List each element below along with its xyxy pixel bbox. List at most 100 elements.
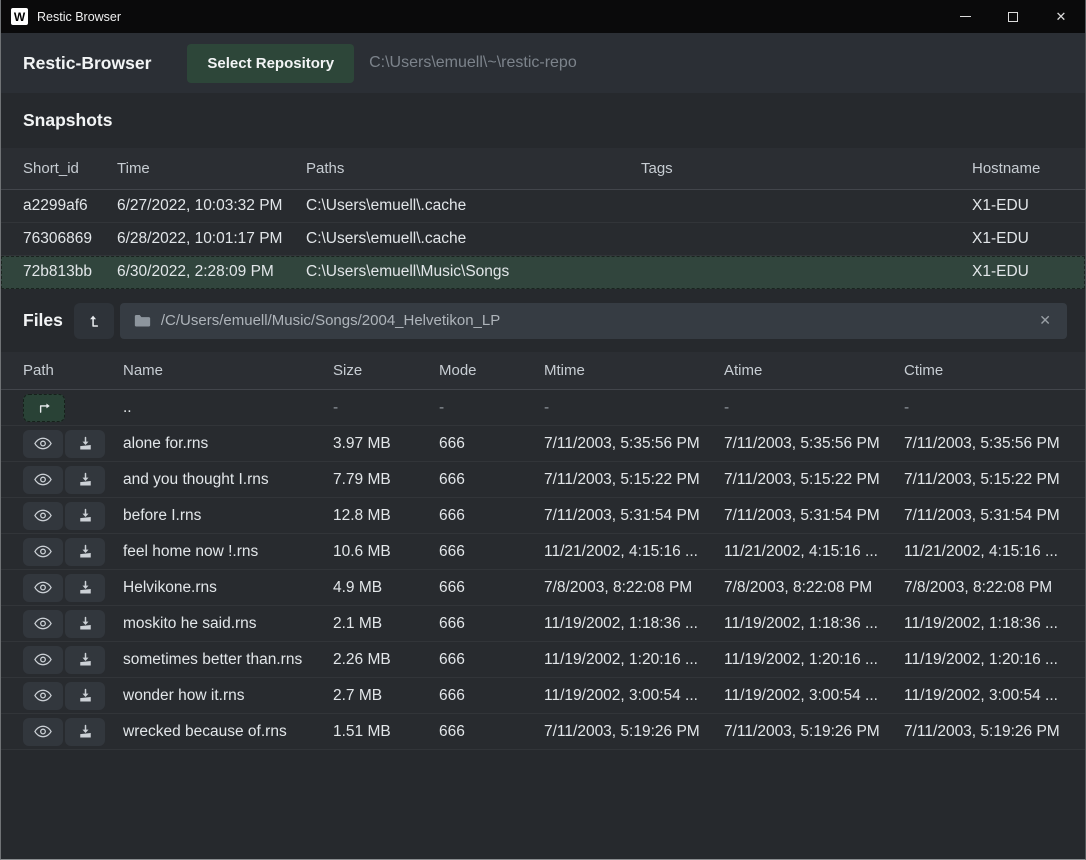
snapshot-row[interactable]: 76306869 6/28/2022, 10:01:17 PM C:\Users… bbox=[1, 223, 1085, 256]
select-repository-button[interactable]: Select Repository bbox=[187, 44, 354, 83]
file-atime: - bbox=[724, 399, 904, 417]
maximize-button[interactable] bbox=[989, 0, 1037, 33]
file-atime: 11/19/2002, 3:00:54 ... bbox=[724, 687, 904, 705]
titlebar: W Restic Browser ✕ bbox=[1, 0, 1085, 33]
minimize-button[interactable] bbox=[941, 0, 989, 33]
column-header-path: Path bbox=[23, 362, 123, 379]
file-mode: 666 bbox=[439, 543, 544, 561]
eye-icon bbox=[34, 689, 52, 702]
snapshot-paths: C:\Users\emuell\.cache bbox=[306, 197, 641, 215]
preview-file-button[interactable] bbox=[23, 502, 63, 530]
file-row: feel home now !.rns 10.6 MB 666 11/21/20… bbox=[1, 534, 1085, 570]
column-header-time: Time bbox=[117, 160, 306, 177]
file-name: moskito he said.rns bbox=[123, 615, 333, 633]
download-file-button[interactable] bbox=[65, 646, 105, 674]
preview-file-button[interactable] bbox=[23, 610, 63, 638]
clear-path-button[interactable]: ✕ bbox=[1037, 312, 1053, 329]
snapshot-short-id: 72b813bb bbox=[23, 263, 117, 281]
file-row: wonder how it.rns 2.7 MB 666 11/19/2002,… bbox=[1, 678, 1085, 714]
download-file-button[interactable] bbox=[65, 718, 105, 746]
download-icon bbox=[78, 508, 93, 523]
preview-file-button[interactable] bbox=[23, 574, 63, 602]
file-name: wonder how it.rns bbox=[123, 687, 333, 705]
restic-browser-window: { "window": { "title": "Restic Browser",… bbox=[0, 0, 1086, 860]
snapshot-time: 6/30/2022, 2:28:09 PM bbox=[117, 263, 306, 281]
file-mode: 666 bbox=[439, 615, 544, 633]
file-ctime: 7/11/2003, 5:19:26 PM bbox=[904, 723, 1063, 741]
file-mtime: 11/21/2002, 4:15:16 ... bbox=[544, 543, 724, 561]
download-icon bbox=[78, 724, 93, 739]
preview-file-button[interactable] bbox=[23, 430, 63, 458]
file-atime: 7/11/2003, 5:35:56 PM bbox=[724, 435, 904, 453]
level-up-button[interactable] bbox=[74, 303, 114, 339]
file-atime: 11/19/2002, 1:20:16 ... bbox=[724, 651, 904, 669]
file-mtime: 11/19/2002, 1:20:16 ... bbox=[544, 651, 724, 669]
column-header-mode: Mode bbox=[439, 362, 544, 379]
file-ctime: 11/19/2002, 1:20:16 ... bbox=[904, 651, 1063, 669]
file-ctime: 7/8/2003, 8:22:08 PM bbox=[904, 579, 1063, 597]
file-mode: 666 bbox=[439, 435, 544, 453]
column-header-short_id: Short_id bbox=[23, 160, 117, 177]
file-ctime: 11/19/2002, 3:00:54 ... bbox=[904, 687, 1063, 705]
file-row: Helvikone.rns 4.9 MB 666 7/8/2003, 8:22:… bbox=[1, 570, 1085, 606]
snapshot-short-id: 76306869 bbox=[23, 230, 117, 248]
file-atime: 7/11/2003, 5:19:26 PM bbox=[724, 723, 904, 741]
snapshot-row[interactable]: a2299af6 6/27/2022, 10:03:32 PM C:\Users… bbox=[1, 190, 1085, 223]
file-ctime: 11/21/2002, 4:15:16 ... bbox=[904, 543, 1063, 561]
download-file-button[interactable] bbox=[65, 610, 105, 638]
column-header-tags: Tags bbox=[641, 160, 972, 177]
close-button[interactable]: ✕ bbox=[1037, 0, 1085, 33]
file-size: 7.79 MB bbox=[333, 471, 439, 489]
file-mode: 666 bbox=[439, 687, 544, 705]
snapshot-hostname: X1-EDU bbox=[972, 263, 1063, 281]
column-header-size: Size bbox=[333, 362, 439, 379]
download-file-button[interactable] bbox=[65, 502, 105, 530]
file-mtime: 7/11/2003, 5:15:22 PM bbox=[544, 471, 724, 489]
column-header-paths: Paths bbox=[306, 160, 641, 177]
window-controls: ✕ bbox=[941, 0, 1085, 33]
file-size: - bbox=[333, 399, 439, 417]
download-file-button[interactable] bbox=[65, 538, 105, 566]
snapshot-paths: C:\Users\emuell\Music\Songs bbox=[306, 263, 641, 281]
file-row: alone for.rns 3.97 MB 666 7/11/2003, 5:3… bbox=[1, 426, 1085, 462]
preview-file-button[interactable] bbox=[23, 538, 63, 566]
file-atime: 7/11/2003, 5:31:54 PM bbox=[724, 507, 904, 525]
file-mtime: 11/19/2002, 1:18:36 ... bbox=[544, 615, 724, 633]
file-ctime: - bbox=[904, 399, 1063, 417]
preview-file-button[interactable] bbox=[23, 682, 63, 710]
file-row: sometimes better than.rns 2.26 MB 666 11… bbox=[1, 642, 1085, 678]
file-mode: 666 bbox=[439, 507, 544, 525]
parent-directory-row: .. - - - - - bbox=[1, 390, 1085, 426]
file-name: before I.rns bbox=[123, 507, 333, 525]
preview-file-button[interactable] bbox=[23, 466, 63, 494]
column-header-name: Name bbox=[123, 362, 333, 379]
current-path-breadcrumb[interactable]: /C/Users/emuell/Music/Songs/2004_Helveti… bbox=[120, 303, 1067, 339]
file-row: moskito he said.rns 2.1 MB 666 11/19/200… bbox=[1, 606, 1085, 642]
file-name: .. bbox=[123, 399, 333, 417]
app-name: Restic-Browser bbox=[23, 53, 151, 74]
file-size: 1.51 MB bbox=[333, 723, 439, 741]
files-table-body: .. - - - - - alone for.rns 3.97 MB bbox=[1, 390, 1085, 750]
snapshot-paths: C:\Users\emuell\.cache bbox=[306, 230, 641, 248]
file-row: wrecked because of.rns 1.51 MB 666 7/11/… bbox=[1, 714, 1085, 750]
file-size: 2.7 MB bbox=[333, 687, 439, 705]
snapshot-row[interactable]: 72b813bb 6/30/2022, 2:28:09 PM C:\Users\… bbox=[1, 256, 1085, 289]
snapshot-time: 6/28/2022, 10:01:17 PM bbox=[117, 230, 306, 248]
file-name: sometimes better than.rns bbox=[123, 651, 333, 669]
download-icon bbox=[78, 472, 93, 487]
window-title: Restic Browser bbox=[37, 10, 121, 24]
preview-file-button[interactable] bbox=[23, 646, 63, 674]
download-file-button[interactable] bbox=[65, 430, 105, 458]
preview-file-button[interactable] bbox=[23, 718, 63, 746]
download-file-button[interactable] bbox=[65, 466, 105, 494]
download-file-button[interactable] bbox=[65, 574, 105, 602]
file-size: 12.8 MB bbox=[333, 507, 439, 525]
files-title: Files bbox=[23, 310, 63, 331]
eye-icon bbox=[34, 509, 52, 522]
file-row: and you thought I.rns 7.79 MB 666 7/11/2… bbox=[1, 462, 1085, 498]
download-icon bbox=[78, 652, 93, 667]
download-file-button[interactable] bbox=[65, 682, 105, 710]
eye-icon bbox=[34, 581, 52, 594]
go-up-directory-button[interactable] bbox=[23, 394, 65, 422]
column-header-hostname: Hostname bbox=[972, 160, 1063, 177]
